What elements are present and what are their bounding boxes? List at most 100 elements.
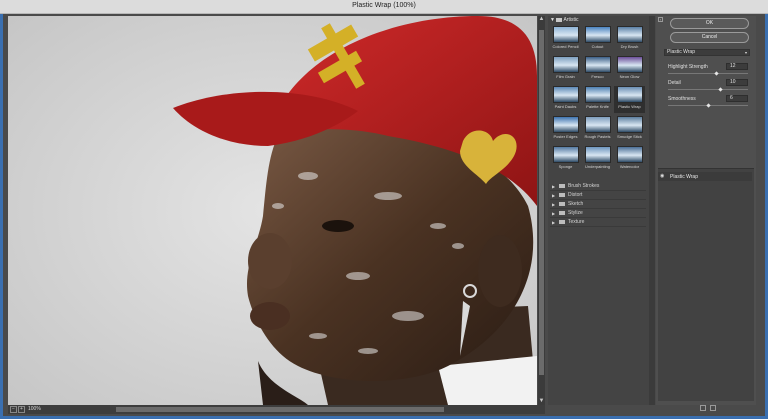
effect-layer[interactable]: ◉ Plastic Wrap (658, 172, 752, 181)
filter-preview-image (616, 146, 643, 163)
filter-thumbnail[interactable]: Colored Pencil (550, 26, 581, 53)
category-row[interactable]: ▶ Sketch (550, 200, 646, 209)
title-bar: Plastic Wrap (100%) (0, 0, 768, 14)
filter-thumbnail-label: Smudge Stick (617, 134, 642, 139)
folder-icon (559, 193, 565, 197)
filter-thumbnail-label: Watercolor (619, 164, 640, 169)
category-list: ▶ Brush Strokes ▶ Distort ▶ Sketch ▶ Stylize ▶ Te… (550, 182, 646, 227)
scroll-down-icon[interactable]: ▼ (538, 398, 545, 405)
category-row[interactable]: ▶ Distort (550, 191, 646, 200)
effect-layers-panel: ◉ Plastic Wrap (658, 168, 754, 401)
cancel-button[interactable]: Cancel (670, 32, 749, 43)
filter-preview-image (584, 26, 611, 43)
category-label: Brush Strokes (568, 183, 600, 189)
filter-thumbnail[interactable]: Neon Glow (614, 56, 645, 83)
category-label: Distort (568, 192, 583, 198)
preview-vertical-scrollbar[interactable]: ▲ ▼ (538, 16, 545, 405)
category-row[interactable]: ▶ Brush Strokes (550, 182, 646, 191)
filter-preview-image (616, 116, 643, 133)
folder-icon (559, 211, 565, 215)
filter-gallery-panel: ▼ Artistic Colored Pencil Cutout Dry Brush… (548, 16, 655, 405)
expand-arrow-icon: ▶ (552, 184, 556, 189)
effect-layer-name: Plastic Wrap (670, 174, 698, 180)
preview-canvas[interactable] (8, 16, 537, 405)
filter-thumbnail-label: Fresco (591, 74, 604, 79)
folder-icon (556, 17, 563, 22)
filter-thumbnail[interactable]: Poster Edges (550, 116, 581, 143)
chevron-down-icon: ▾ (744, 50, 747, 55)
category-row[interactable]: ▶ Texture (550, 218, 646, 227)
preview-status-bar: − + 100% (8, 405, 545, 414)
filter-thumbnail[interactable]: Plastic Wrap (614, 86, 645, 113)
expand-arrow-icon: ▶ (552, 202, 556, 207)
filter-thumbnail-label: Colored Pencil (552, 44, 579, 49)
category-artistic-label: Artistic (563, 17, 579, 23)
parameter-label: Smoothness (668, 96, 696, 102)
expand-arrow-icon: ▶ (552, 193, 556, 198)
delete-effect-layer-icon[interactable] (710, 405, 716, 411)
filter-thumbnail-label: Poster Edges (553, 134, 578, 139)
parameter-value-input[interactable]: 6 (726, 95, 748, 102)
filter-preview-image (616, 26, 643, 43)
filter-preview-image (616, 86, 643, 103)
gallery-scrollbar[interactable] (649, 16, 655, 405)
parameter-control: Detail 10 (668, 79, 750, 96)
filter-thumbnail-label: Paint Daubs (554, 104, 577, 109)
preview-image (8, 16, 537, 405)
filter-thumbnail[interactable]: Palette Knife (582, 86, 613, 113)
filter-preview-image (584, 116, 611, 133)
expand-arrow-icon: ▶ (552, 220, 556, 225)
filter-thumbnail-label: Underpainting (585, 164, 610, 169)
filter-thumbnail-label: Plastic Wrap (618, 104, 641, 109)
parameter-value-input[interactable]: 12 (726, 63, 748, 70)
zoom-level[interactable]: 100% (28, 406, 41, 412)
filter-thumbnail-label: Sponge (558, 164, 573, 169)
filter-thumbnail[interactable]: Watercolor (614, 146, 645, 173)
filter-preview-image (616, 56, 643, 73)
filter-thumbnail[interactable]: Underpainting (582, 146, 613, 173)
eye-icon[interactable]: ◉ (660, 173, 664, 179)
filter-preview-image (584, 56, 611, 73)
scroll-thumb[interactable] (539, 30, 544, 375)
filter-thumbnail-label: Film Grain (556, 74, 575, 79)
parameter-slider-handle[interactable] (718, 87, 724, 92)
filter-thumbnail[interactable]: Film Grain (550, 56, 581, 83)
folder-icon (559, 202, 565, 206)
category-artistic[interactable]: ▼ Artistic (550, 17, 646, 25)
filter-thumbnail[interactable]: Paint Daubs (550, 86, 581, 113)
new-effect-layer-icon[interactable] (700, 405, 706, 411)
filter-thumbnail-label: Rough Pastels (584, 134, 611, 139)
category-row[interactable]: ▶ Stylize (550, 209, 646, 218)
horizontal-scroll-thumb[interactable] (116, 407, 444, 412)
expand-arrow-icon: ▶ (552, 211, 556, 216)
folder-icon (559, 220, 565, 224)
filter-thumbnail[interactable]: Sponge (550, 146, 581, 173)
scroll-up-icon[interactable]: ▲ (538, 16, 545, 23)
filter-preview-image (552, 146, 579, 163)
parameter-control: Smoothness 6 (668, 95, 750, 112)
filter-thumbnail[interactable]: Cutout (582, 26, 613, 53)
filter-thumbnail-label: Palette Knife (586, 104, 609, 109)
parameter-value-input[interactable]: 10 (726, 79, 748, 86)
filter-thumbnail[interactable]: Smudge Stick (614, 116, 645, 143)
zoom-in-button[interactable]: + (18, 406, 25, 413)
parameter-slider-track[interactable] (668, 73, 748, 74)
filter-preview-image (552, 26, 579, 43)
filter-thumbnail[interactable]: Fresco (582, 56, 613, 83)
collapse-gallery-button[interactable]: ‹ (658, 17, 663, 22)
parameter-slider-handle[interactable] (706, 103, 711, 108)
filter-thumbnail-label: Dry Brush (620, 44, 639, 49)
filter-select[interactable]: Plastic Wrap ▾ (664, 49, 750, 56)
parameter-slider-track[interactable] (668, 89, 748, 90)
zoom-out-button[interactable]: − (10, 406, 17, 413)
filter-preview-image (584, 146, 611, 163)
filter-thumbnail-label: Neon Glow (619, 74, 640, 79)
filter-thumbnail[interactable]: Dry Brush (614, 26, 645, 53)
category-label: Stylize (568, 210, 583, 216)
filter-thumbnail[interactable]: Rough Pastels (582, 116, 613, 143)
folder-icon (559, 184, 565, 188)
ok-button[interactable]: OK (670, 18, 749, 29)
filter-preview-image (584, 86, 611, 103)
parameter-slider-handle[interactable] (714, 71, 719, 76)
filter-preview-image (552, 116, 579, 133)
